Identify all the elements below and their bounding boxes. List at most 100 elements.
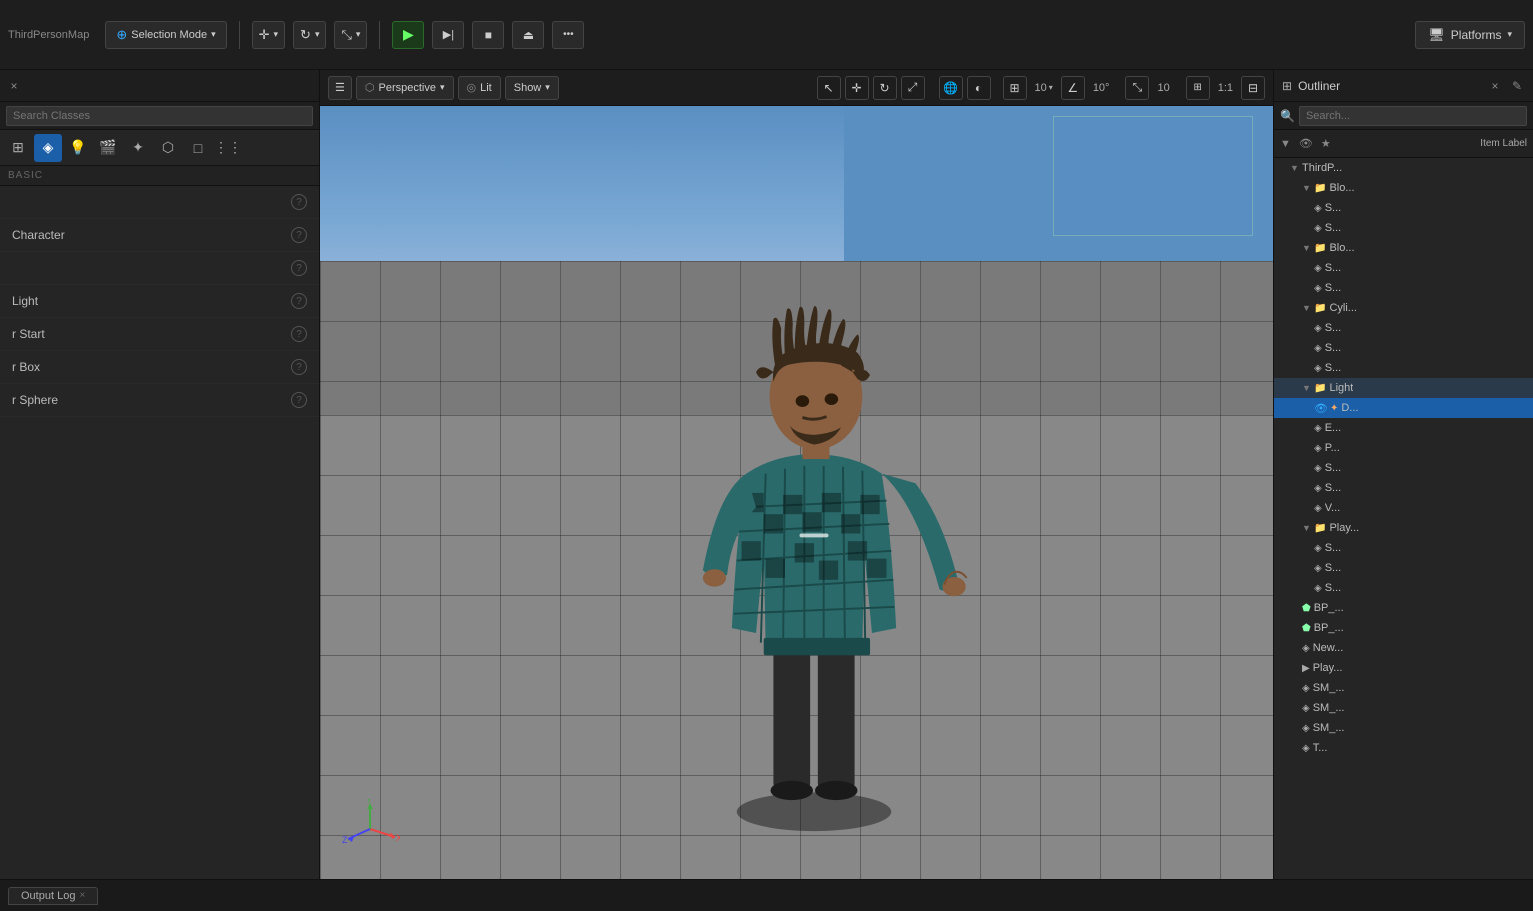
lights-icon-btn[interactable]: 💡 [64,134,92,162]
mesh-icon-s12: ◈ [1314,583,1322,594]
outliner-item-e[interactable]: ◈ E... [1274,418,1533,438]
maximize-tool-button[interactable]: ⤢ [901,76,925,100]
outliner-item-new[interactable]: ◈ New... [1274,638,1533,658]
place-item-0-help[interactable]: ? [291,194,307,210]
folder-icon-2: 📁 [1314,243,1326,254]
geometry2-icon-btn[interactable]: ⬡ [154,134,182,162]
outliner-item-cyli[interactable]: ▼ 📁 Cyli... [1274,298,1533,318]
output-log-tab[interactable]: Output Log × [8,887,98,905]
outliner-item-s4[interactable]: ◈ S... [1274,278,1533,298]
s7-label: S... [1325,362,1342,374]
outliner-item-s11[interactable]: ◈ S... [1274,558,1533,578]
play-button[interactable]: ▶ [392,21,424,49]
outliner-edit-button[interactable]: ✎ [1509,78,1525,94]
outliner-item-s3[interactable]: ◈ S... [1274,258,1533,278]
outliner-item-p[interactable]: ◈ P... [1274,438,1533,458]
outliner-item-s10[interactable]: ◈ S... [1274,538,1533,558]
scale-button[interactable]: ⤡ ▾ [334,21,367,49]
viewport-menu-button[interactable]: ☰ [328,76,352,100]
platforms-button[interactable]: 🖥 Platforms ▾ [1415,21,1525,49]
transform-button[interactable]: ✛ ▾ [252,21,285,49]
outliner-item-s2[interactable]: ◈ S... [1274,218,1533,238]
icon-toolbar: ⊞ ◈ 💡 🎬 ✦ ⬡ □ ⋮⋮ [0,130,319,166]
outliner-item-root[interactable]: ▼ ThirdP... [1274,158,1533,178]
place-item-2-help[interactable]: ? [291,260,307,276]
all-icon-btn[interactable]: ⋮⋮ [214,134,242,162]
grid-size-button[interactable]: 10 ▾ [1031,80,1057,96]
outliner-item-bp1[interactable]: ⬟ BP_... [1274,598,1533,618]
outliner-item-s7[interactable]: ◈ S... [1274,358,1533,378]
orbit-tool-button[interactable]: ↻ [873,76,897,100]
geometry-icon-btn[interactable]: ◈ [34,134,62,162]
place-item-3[interactable]: Light ? [0,285,319,318]
show-button[interactable]: Show ▾ [505,76,559,100]
outliner-item-play2[interactable]: ▶ Play... [1274,658,1533,678]
outliner-item-s8[interactable]: ◈ S... [1274,458,1533,478]
selection-mode-button[interactable]: ⊕ Selection Mode ▾ [105,21,226,49]
root-expand-arrow: ▼ [1290,163,1302,173]
place-item-5-help[interactable]: ? [291,359,307,375]
move-tool-button[interactable]: ✛ [845,76,869,100]
outliner-item-light-folder[interactable]: ▼ 📁 Light [1274,378,1533,398]
angle-value-button[interactable]: 10° [1089,80,1114,96]
outliner-item-sm3[interactable]: ◈ SM_... [1274,718,1533,738]
outliner-item-t[interactable]: ◈ T... [1274,738,1533,758]
outliner-item-s1[interactable]: ◈ S... [1274,198,1533,218]
outliner-item-sm2[interactable]: ◈ SM_... [1274,698,1533,718]
eject-button[interactable]: ⏏ [512,21,544,49]
place-item-0[interactable]: ? [0,186,319,219]
more-button[interactable]: ••• [552,21,584,49]
place-item-6-help[interactable]: ? [291,392,307,408]
eye-filter-icon[interactable]: 👁 [1299,137,1313,150]
outliner-item-play-folder[interactable]: ▼ 📁 Play... [1274,518,1533,538]
world-grid-button[interactable]: 🌐 [939,76,963,100]
aspect-value-button[interactable]: 1:1 [1214,80,1237,96]
play-next-button[interactable]: ▶| [432,21,464,49]
angle-button[interactable]: ∠ [1061,76,1085,100]
place-item-6[interactable]: r Sphere ? [0,384,319,417]
outliner-item-block2[interactable]: ▼ 📁 Blo... [1274,238,1533,258]
scale-button[interactable]: ⤡ [1125,76,1149,100]
outliner-item-v[interactable]: ◈ V... [1274,498,1533,518]
star-filter-icon[interactable]: ★ [1321,137,1331,150]
outliner-item-d[interactable]: 👁 ✦ D... [1274,398,1533,418]
outliner-item-bp2[interactable]: ⬟ BP_... [1274,618,1533,638]
outliner-item-block1[interactable]: ▼ 📁 Blo... [1274,178,1533,198]
outliner-item-s5[interactable]: ◈ S... [1274,318,1533,338]
place-item-4[interactable]: r Start ? [0,318,319,351]
perspective-button[interactable]: ⬡ Perspective ▾ [356,76,454,100]
visual-effects-icon-btn[interactable]: ✦ [124,134,152,162]
outliner-search-input[interactable] [1299,106,1527,126]
grid-toggle-button[interactable]: ⊞ [1003,76,1027,100]
outliner-item-sm1[interactable]: ◈ SM_... [1274,678,1533,698]
lit-button[interactable]: ◎ Lit [458,76,501,100]
outliner-item-s12[interactable]: ◈ S... [1274,578,1533,598]
cinematic-icon-btn[interactable]: 🎬 [94,134,122,162]
place-item-5[interactable]: r Box ? [0,351,319,384]
outliner-item-s6[interactable]: ◈ S... [1274,338,1533,358]
search-input[interactable] [6,106,313,126]
viewport[interactable]: ☰ ⬡ Perspective ▾ ◎ Lit Show ▾ ↖ [320,70,1273,879]
mesh-icon-s7: ◈ [1314,363,1322,374]
scale-value-button[interactable]: 10 [1153,80,1173,96]
mesh-icon-e: ◈ [1314,423,1322,434]
realtime-button[interactable]: ◐ [967,76,991,100]
place-item-2[interactable]: ? [0,252,319,285]
aspect-button[interactable]: ⊞ [1186,76,1210,100]
output-log-close[interactable]: × [79,890,85,901]
outliner-close-button[interactable]: × [1487,78,1503,94]
filter-dropdown-icon[interactable]: ▼ [1280,138,1291,150]
place-item-1[interactable]: Character ? [0,219,319,252]
rotate-button[interactable]: ↻ ▾ [293,21,326,49]
place-item-1-help[interactable]: ? [291,227,307,243]
volumes-icon-btn[interactable]: □ [184,134,212,162]
place-actors-tab-close[interactable]: × [6,78,22,94]
place-item-4-help[interactable]: ? [291,326,307,342]
stop-button[interactable]: ■ [472,21,504,49]
place-item-3-help[interactable]: ? [291,293,307,309]
top-toolbar: ThirdPersonMap ⊕ Selection Mode ▾ ✛ ▾ ↻ … [0,0,1533,70]
outliner-item-s9[interactable]: ◈ S... [1274,478,1533,498]
layout-button[interactable]: ⊟ [1241,76,1265,100]
cursor-tool-button[interactable]: ↖ [817,76,841,100]
all-classes-icon-btn[interactable]: ⊞ [4,134,32,162]
